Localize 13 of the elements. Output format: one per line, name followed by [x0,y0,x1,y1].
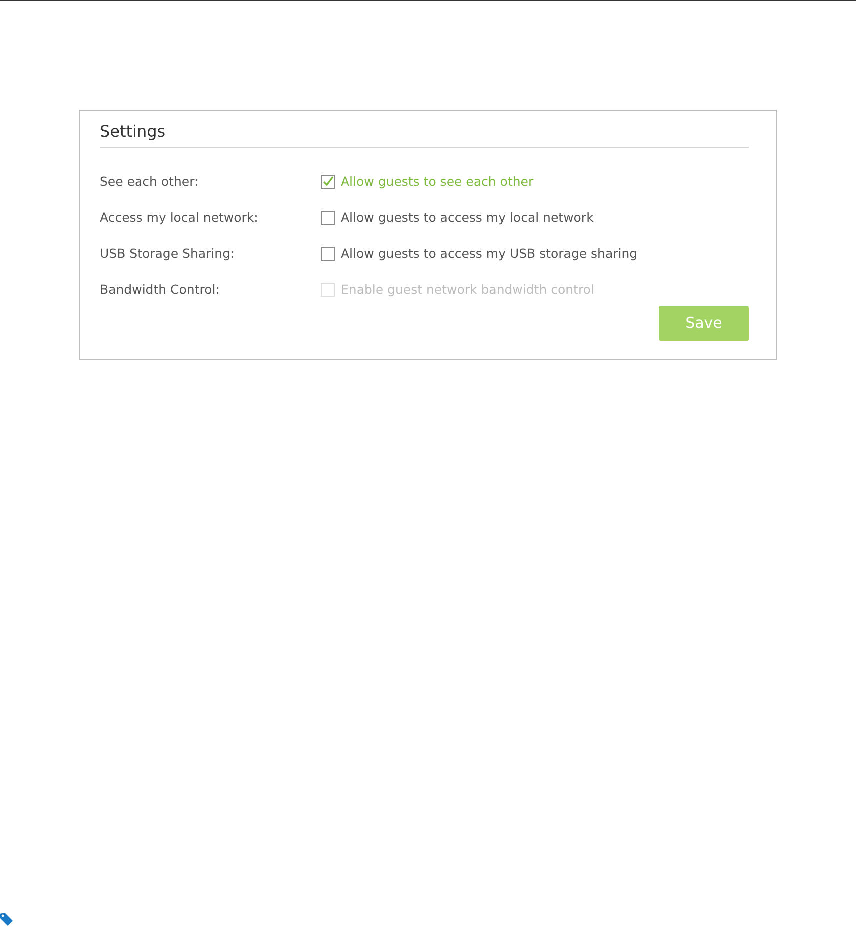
checkbox[interactable] [321,175,335,190]
tag-icon [0,913,14,926]
setting-label: See each other: [100,172,200,191]
checkbox[interactable] [321,211,335,226]
checkbox-label[interactable]: Allow guests to access my USB storage sharing [341,244,638,264]
checkbox-label[interactable]: Allow guests to see each other [341,172,534,192]
setting-label: USB Storage Sharing: [100,244,236,263]
setting-label: Bandwidth Control: [100,280,221,299]
save-button[interactable]: Save [659,306,749,342]
setting-label: Access my local network: [100,208,260,227]
panel-title: Settings [100,122,749,148]
checkbox[interactable] [321,247,335,262]
checkbox-label[interactable]: Allow guests to access my local network [341,208,594,228]
